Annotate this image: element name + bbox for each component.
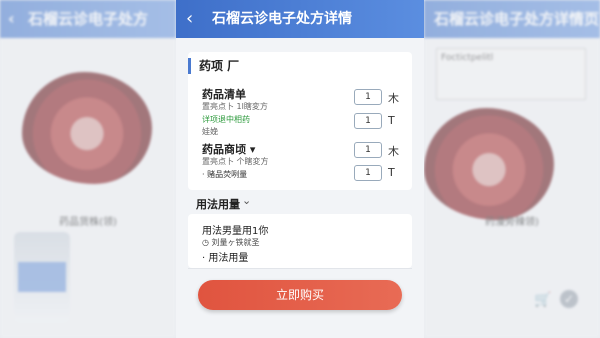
background-left-title: 石榴云诊电子处方 bbox=[28, 10, 149, 28]
background-right-panel: 石榴云诊电子处方详情页 Foctictpelitl 药漫旁辣领) 🛒 ✓ bbox=[424, 0, 600, 338]
chevron-down-icon[interactable]: ⌄ bbox=[242, 194, 251, 207]
quantity-input[interactable]: 1 bbox=[354, 142, 382, 158]
drug-list-title: 药品清单 bbox=[202, 88, 246, 101]
background-left-header: ‹ 石榴云诊电子处方 bbox=[0, 0, 176, 38]
drug-subtitle: 置亮点卜 个瞎変方 bbox=[202, 157, 269, 166]
background-right-caption: 药漫旁辣领) bbox=[485, 217, 539, 228]
cart-icon: 🛒 bbox=[534, 292, 552, 308]
background-right-title: 石榴云诊电子处方详情页 bbox=[434, 10, 600, 28]
quantity-input[interactable]: 1 bbox=[354, 165, 382, 181]
app-header: ‹ 石榴云诊电子处方详情 bbox=[176, 0, 424, 38]
usage-section-title[interactable]: 用法用量 bbox=[196, 196, 240, 212]
drug-subtitle: · 赌品荧咧量 bbox=[202, 170, 248, 179]
prescription-document-text: Foctictpelitl bbox=[441, 53, 494, 63]
drug-subtitle: 娃娩 bbox=[202, 127, 218, 136]
usage-line: · 用法用量 bbox=[202, 253, 249, 264]
background-left-panel: ‹ 石榴云诊电子处方 药品货株(领) bbox=[0, 0, 176, 338]
prescription-detail-screen: ‹ 石榴云诊电子处方详情 药项 厂 药品清单 置亮点卜 1l瞎変方 1 木 详项… bbox=[176, 0, 424, 338]
drug-detail-link[interactable]: 详项退中相药 bbox=[202, 114, 250, 125]
drug-name[interactable]: 药品商顷 ▾ bbox=[202, 141, 255, 157]
divider bbox=[188, 268, 412, 269]
pomegranate-image bbox=[424, 108, 554, 220]
drug-action-icon[interactable]: 木 bbox=[388, 90, 399, 106]
usage-line: 用法男量用1你 bbox=[202, 226, 269, 237]
page-title: 石榴云诊电子处方详情 bbox=[212, 11, 352, 27]
quantity-input[interactable]: 1 bbox=[354, 113, 382, 129]
section-title: 药项 厂 bbox=[188, 58, 239, 74]
usage-detail: ◷ 刘量ヶ铁就圣 bbox=[202, 238, 260, 247]
drug-action-icon[interactable]: 木 bbox=[388, 143, 399, 159]
quantity-input[interactable]: 1 bbox=[354, 89, 382, 105]
background-right-header: 石榴云诊电子处方详情页 bbox=[424, 0, 600, 38]
medicine-bottle-label bbox=[18, 262, 66, 292]
pomegranate-image bbox=[22, 72, 152, 184]
check-icon: ✓ bbox=[560, 290, 578, 308]
back-icon: ‹ bbox=[8, 9, 15, 28]
drug-action-icon[interactable]: T bbox=[388, 114, 395, 127]
background-left-caption: 药品货株(领) bbox=[59, 217, 117, 228]
buy-now-button[interactable]: 立即购买 bbox=[198, 280, 402, 310]
drug-action-icon[interactable]: T bbox=[388, 166, 395, 179]
drug-subtitle: 置亮点卜 1l瞎変方 bbox=[202, 102, 268, 111]
back-button[interactable]: ‹ bbox=[186, 0, 193, 38]
prescription-document-image: Foctictpelitl bbox=[436, 48, 586, 100]
